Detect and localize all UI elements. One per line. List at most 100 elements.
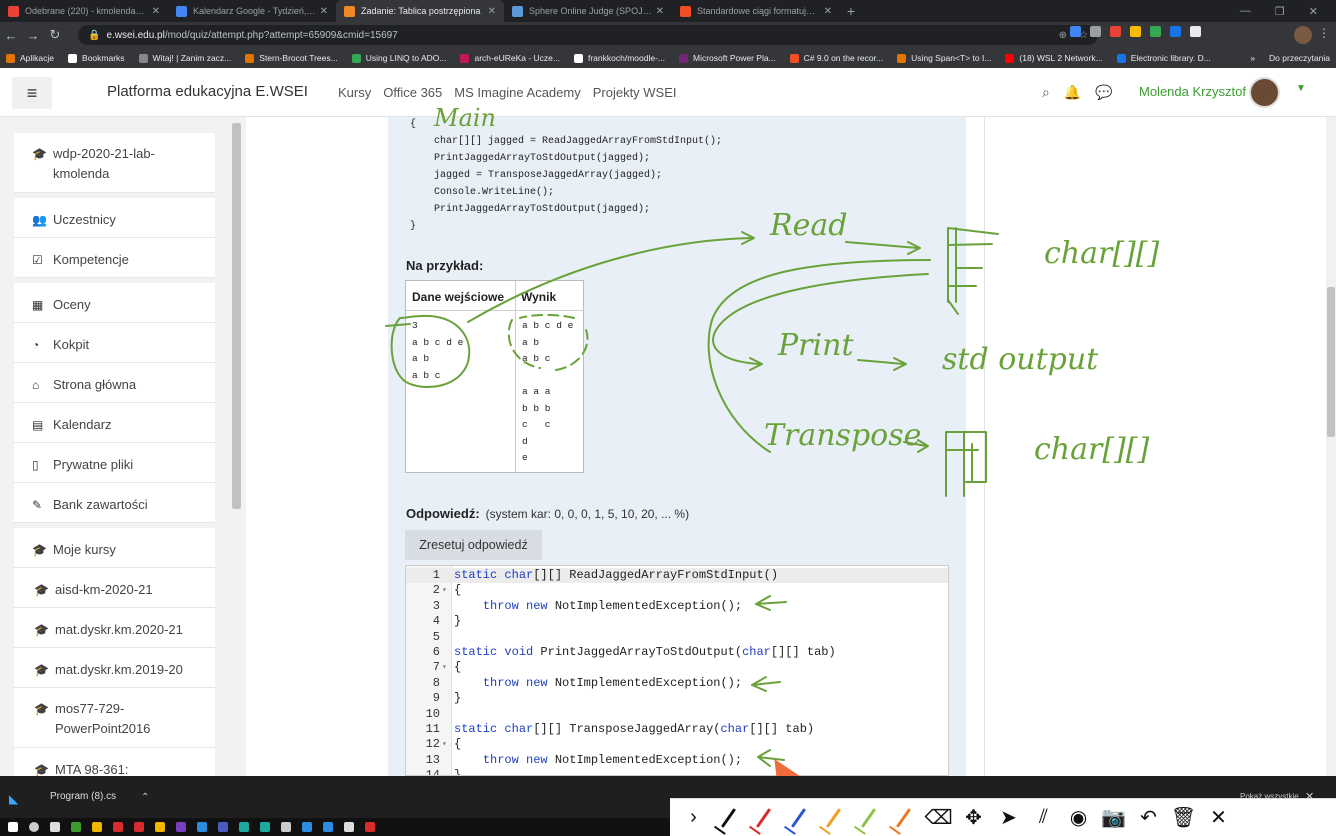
browser-tab[interactable]: Zadanie: Tablica postrzępiona ✕ <box>336 0 504 22</box>
sidebar-scrollbar[interactable] <box>232 123 241 509</box>
extension-icon[interactable] <box>1090 26 1101 37</box>
reading-list-button[interactable]: Do przeczytania <box>1269 53 1330 63</box>
editor-line[interactable]: 6 static void PrintJaggedArrayToStdOutput… <box>406 645 948 660</box>
close-icon[interactable]: ✕ <box>1201 801 1236 835</box>
page-scrollbar[interactable] <box>1326 117 1336 776</box>
editor-line[interactable]: 13 throw new NotImplementedException(); <box>406 753 948 768</box>
collapse-chevron-icon[interactable]: › <box>676 801 711 835</box>
more-bookmarks-icon[interactable]: » <box>1250 53 1255 63</box>
fold-icon[interactable]: ▾ <box>442 583 450 598</box>
lines-icon[interactable]: ⫽ <box>1026 801 1061 835</box>
taskbar-app-icon[interactable] <box>92 822 102 832</box>
bookmark-item[interactable]: Microsoft Power Pla... <box>679 53 776 63</box>
bookmark-item[interactable]: Stern-Brocot Trees... <box>245 53 338 63</box>
taskbar-app-icon[interactable] <box>365 822 375 832</box>
close-window-icon[interactable]: ✕ <box>1309 5 1318 18</box>
browser-tab[interactable]: Sphere Online Judge (SPOJ) - Stc ✕ <box>504 0 672 22</box>
sidebar-item[interactable]: 🎓 Moje kursy <box>14 528 215 568</box>
sidebar-item[interactable]: ☑ Kompetencje <box>14 238 215 278</box>
windows-start-icon[interactable] <box>8 822 18 832</box>
editor-line[interactable]: 8 throw new NotImplementedException(); <box>406 676 948 691</box>
user-name[interactable]: Molenda Krzysztof <box>1139 84 1246 99</box>
editor-line[interactable]: 10 <box>406 707 948 722</box>
move-icon[interactable]: ✥ <box>956 801 991 835</box>
taskbar-app-icon[interactable] <box>323 822 333 832</box>
sidebar-item[interactable]: 👥 Uczestnicy <box>14 198 215 238</box>
pen-tool-icon[interactable] <box>816 801 851 835</box>
camera-icon[interactable]: 📷 <box>1096 801 1131 835</box>
chat-icon[interactable]: 💬 <box>1095 84 1112 101</box>
browser-tab[interactable]: Kalendarz Google - Tydzień, w k ✕ <box>168 0 336 22</box>
bookmark-item[interactable]: arch-eUReKa - Ucze... <box>460 53 560 63</box>
code-editor[interactable]: 1 static char[][] ReadJaggedArrayFromStdI… <box>405 565 949 776</box>
pen-tool-icon[interactable] <box>851 801 886 835</box>
eye-icon[interactable]: ◉ <box>1061 801 1096 835</box>
bookmark-item[interactable]: Using Span<T> to I... <box>897 53 991 63</box>
taskbar-app-icon[interactable] <box>302 822 312 832</box>
sidebar-item[interactable]: ◔ Kokpit <box>14 323 215 363</box>
nav-link-projekty[interactable]: Projekty WSEI <box>593 85 677 100</box>
taskbar-app-icon[interactable] <box>344 822 354 832</box>
reset-answer-button[interactable]: Zresetuj odpowiedź <box>405 530 542 560</box>
editor-line[interactable]: 12 ▾ { <box>406 737 948 752</box>
address-bar[interactable]: 🔒 e.wsei.edu.pl/mod/quiz/attempt.php?att… <box>78 25 1098 45</box>
taskbar-app-icon[interactable] <box>260 822 270 832</box>
pen-tool-icon[interactable] <box>886 801 921 835</box>
editor-line[interactable]: 7 ▾ { <box>406 660 948 675</box>
close-tab-icon[interactable]: ✕ <box>488 6 496 17</box>
back-icon[interactable]: ← <box>0 28 22 43</box>
pointer-icon[interactable]: ➤ <box>991 801 1026 835</box>
editor-line[interactable]: 2 ▾ { <box>406 583 948 598</box>
editor-line[interactable]: 4} <box>406 614 948 629</box>
download-filename[interactable]: Program (8).cs <box>50 791 116 802</box>
pen-tool-icon[interactable] <box>781 801 816 835</box>
sidebar-item[interactable]: 🎓 mos77-729-PowerPoint2016 <box>14 688 215 748</box>
close-tab-icon[interactable]: ✕ <box>824 6 832 17</box>
close-tab-icon[interactable]: ✕ <box>656 6 664 17</box>
fold-icon[interactable]: ▾ <box>442 737 450 752</box>
puzzle-icon[interactable] <box>1190 26 1201 37</box>
taskbar-app-icon[interactable] <box>155 822 165 832</box>
avatar[interactable] <box>1249 77 1280 108</box>
reload-icon[interactable]: ↻ <box>44 27 66 43</box>
extension-icon[interactable] <box>1110 26 1121 37</box>
site-brand[interactable]: Platforma edukacyjna E.WSEI <box>107 83 308 100</box>
forward-icon[interactable]: → <box>22 28 44 43</box>
taskbar-app-icon[interactable] <box>134 822 144 832</box>
editor-line[interactable]: 9} <box>406 691 948 706</box>
bookmark-item[interactable]: frankkoch/moodle-... <box>573 53 665 63</box>
nav-link-office365[interactable]: Office 365 <box>383 85 442 100</box>
sidebar-item[interactable]: 🎓 aisd-km-2020-21 <box>14 568 215 608</box>
bookmark-item[interactable]: Bookmarks <box>68 53 125 63</box>
close-tab-icon[interactable]: ✕ <box>320 6 328 17</box>
sidebar-item[interactable]: ▯ Prywatne pliki <box>14 443 215 483</box>
pen-tool-icon[interactable] <box>711 801 746 835</box>
taskbar-app-icon[interactable] <box>218 822 228 832</box>
editor-line[interactable]: 5 <box>406 630 948 645</box>
sidebar-item[interactable]: ⌂ Strona główna <box>14 363 215 403</box>
hamburger-menu-icon[interactable]: ≡ <box>12 77 52 109</box>
close-tab-icon[interactable]: ✕ <box>152 6 160 17</box>
profile-avatar[interactable] <box>1294 26 1312 44</box>
bookmark-item[interactable]: Electronic library. D... <box>1116 53 1211 63</box>
minimize-icon[interactable]: — <box>1240 5 1251 17</box>
chevron-down-icon[interactable]: ▼ <box>1296 83 1306 94</box>
extension-icon[interactable] <box>1070 26 1081 37</box>
taskbar-app-icon[interactable] <box>197 822 207 832</box>
undo-icon[interactable]: ↶ <box>1131 801 1166 835</box>
scrollbar-thumb[interactable] <box>1327 287 1335 437</box>
extension-icon[interactable] <box>1170 26 1181 37</box>
sidebar-item[interactable]: 🎓 wdp-2020-21-lab-kmolenda <box>14 133 215 193</box>
maximize-icon[interactable]: ❐ <box>1275 5 1285 18</box>
bookmark-item[interactable]: Aplikacje <box>6 53 54 63</box>
bookmark-item[interactable]: (18) WSL 2 Network... <box>1005 53 1103 63</box>
new-tab-button[interactable]: + <box>840 0 862 22</box>
browser-tab[interactable]: Odebrane (220) - kmolenda@gm ✕ <box>0 0 168 22</box>
taskbar-app-icon[interactable] <box>176 822 186 832</box>
nav-link-imagine[interactable]: MS Imagine Academy <box>454 85 580 100</box>
bookmark-item[interactable]: C# 9.0 on the recor... <box>789 53 883 63</box>
sidebar-item[interactable]: ▦ Oceny <box>14 283 215 323</box>
sidebar-item[interactable]: ▤ Kalendarz <box>14 403 215 443</box>
bookmark-item[interactable]: Using LINQ to ADO... <box>351 53 446 63</box>
eraser-icon[interactable]: ⌫ <box>921 801 956 835</box>
